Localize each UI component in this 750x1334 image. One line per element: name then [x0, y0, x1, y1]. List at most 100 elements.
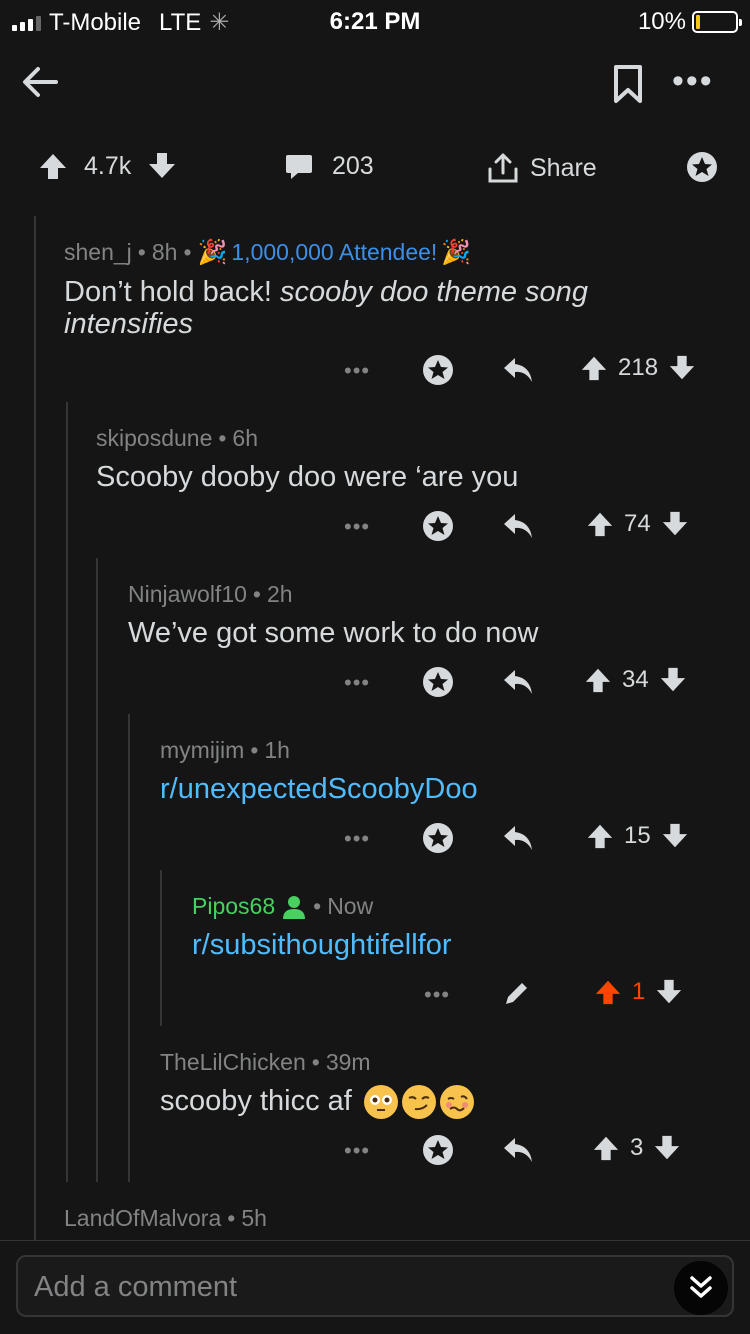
reply-icon[interactable] — [502, 666, 534, 698]
comment-age: 8h — [151, 239, 178, 265]
comment-vote-group: 74 — [586, 510, 689, 538]
comment-score: 74 — [624, 510, 651, 537]
award-icon[interactable] — [422, 666, 454, 698]
comments-count: 203 — [332, 151, 374, 180]
comment-author[interactable]: TheLilChicken — [160, 1049, 306, 1076]
downvote-icon[interactable] — [661, 510, 689, 538]
status-bar: T-Mobile LTE ✳ 6:21 PM 10% — [0, 0, 750, 40]
downvote-icon[interactable] — [655, 978, 683, 1006]
comment-meta: Pipos68 • Now — [192, 893, 374, 920]
comment-author[interactable]: Ninjawolf10 — [128, 581, 247, 608]
comment-meta: TheLilChicken • 39m — [160, 1049, 371, 1076]
comment-more-button[interactable]: ••• — [344, 826, 370, 852]
comment-author[interactable]: Pipos68 — [192, 893, 275, 920]
comment-age: 5h — [241, 1205, 267, 1231]
downvote-icon[interactable] — [659, 666, 687, 694]
comment-body: scooby thicc af — [160, 1085, 474, 1120]
comment-meta: Ninjawolf10 • 2h — [128, 581, 293, 608]
bookmark-icon — [614, 65, 642, 103]
downvote-icon[interactable] — [668, 354, 696, 382]
comment-actions: ••• 34 — [0, 666, 750, 706]
flair-text: 1,000,000 Attendee! — [231, 239, 438, 265]
comment-score: 3 — [630, 1134, 644, 1161]
comment-author[interactable]: mymijim — [160, 737, 244, 764]
comment-actions: ••• 74 — [0, 510, 750, 550]
comment-score: 15 — [624, 822, 651, 849]
downvote-icon[interactable] — [147, 151, 177, 181]
comment-age: Now — [327, 893, 374, 919]
comment-meta: shen_j • 8h • 🎉 1,000,000 Attendee! 🎉 — [64, 238, 472, 267]
flushed-face-icon — [363, 1085, 398, 1120]
award-icon — [687, 152, 717, 182]
upvote-icon[interactable] — [38, 151, 68, 181]
reply-icon[interactable] — [502, 354, 534, 386]
user-icon — [283, 895, 306, 919]
award-icon[interactable] — [422, 822, 454, 854]
post-action-bar: 4.7k 203 Share — [0, 145, 750, 191]
comment-actions: ••• 1 — [0, 978, 750, 1018]
comment-age: 6h — [232, 425, 259, 451]
subreddit-link[interactable]: r/subsithoughtifellfor — [192, 929, 452, 961]
comment-vote-group: 218 — [580, 354, 696, 382]
back-button[interactable] — [18, 60, 62, 104]
comment-author[interactable]: LandOfMalvora — [64, 1205, 221, 1232]
comment-meta: skiposdune • 6h — [96, 425, 259, 452]
comment-more-button[interactable]: ••• — [344, 670, 370, 696]
chevron-double-down-icon — [690, 1276, 712, 1298]
comment-more-button[interactable]: ••• — [344, 358, 370, 384]
thread-line-level-3[interactable] — [96, 558, 98, 1182]
comment-more-button[interactable]: ••• — [344, 514, 370, 540]
comment-body: Scooby dooby doo were ‘are you — [96, 461, 519, 493]
share-icon — [488, 153, 518, 183]
comment-vote-group: 34 — [584, 666, 687, 694]
party-popper-icon: 🎉 — [197, 239, 228, 266]
comment-score: 1 — [632, 978, 646, 1005]
share-label: Share — [530, 153, 597, 182]
thread-line-level-4[interactable] — [128, 714, 130, 1182]
subreddit-link[interactable]: r/unexpectedScoobyDoo — [160, 773, 478, 805]
downvote-icon[interactable] — [661, 822, 689, 850]
comment-meta: mymijim • 1h — [160, 737, 290, 764]
upvote-icon[interactable] — [584, 666, 612, 694]
woozy-face-icon — [439, 1085, 474, 1120]
comment-body: We’ve got some work to do now — [128, 617, 539, 649]
comment-more-button[interactable]: ••• — [344, 1138, 370, 1164]
comments-count-button[interactable]: 203 — [284, 151, 374, 181]
upvote-icon[interactable] — [594, 978, 622, 1006]
upvote-icon[interactable] — [592, 1134, 620, 1162]
battery-icon — [692, 11, 742, 33]
comment-age: 39m — [325, 1049, 371, 1075]
downvote-icon[interactable] — [653, 1134, 681, 1162]
award-button[interactable] — [686, 151, 718, 183]
comment-author[interactable]: skiposdune — [96, 425, 212, 452]
share-button[interactable]: Share — [486, 151, 597, 185]
comment-more-button[interactable]: ••• — [424, 982, 450, 1008]
upvote-icon[interactable] — [586, 510, 614, 538]
more-options-button[interactable]: ••• — [672, 64, 716, 98]
award-icon[interactable] — [422, 510, 454, 542]
comment-actions: ••• 15 — [0, 822, 750, 862]
comment-meta: LandOfMalvora • 5h — [64, 1205, 267, 1232]
reply-icon[interactable] — [502, 510, 534, 542]
post-score: 4.7k — [84, 151, 132, 180]
award-icon[interactable] — [422, 1134, 454, 1166]
add-comment-input[interactable]: Add a comment — [16, 1255, 734, 1317]
comment-score: 34 — [622, 666, 649, 693]
smirking-face-icon — [401, 1085, 436, 1120]
battery-percent: 10% — [637, 8, 686, 35]
comment-author[interactable]: shen_j — [64, 239, 132, 266]
comment-actions: ••• 218 — [0, 354, 750, 394]
arrow-left-icon — [23, 67, 58, 97]
jump-next-button[interactable] — [674, 1261, 728, 1315]
award-icon[interactable] — [422, 354, 454, 386]
user-flair: 🎉 1,000,000 Attendee! 🎉 — [198, 238, 472, 267]
battery-status: 10% — [637, 8, 742, 36]
save-post-button[interactable] — [612, 64, 644, 104]
comment-composer-bar: Add a comment — [0, 1240, 750, 1334]
reply-icon[interactable] — [502, 822, 534, 854]
upvote-icon[interactable] — [586, 822, 614, 850]
pencil-icon[interactable] — [502, 978, 532, 1008]
upvote-icon[interactable] — [580, 354, 608, 382]
reply-icon[interactable] — [502, 1134, 534, 1166]
comment-vote-group: 15 — [586, 822, 689, 850]
